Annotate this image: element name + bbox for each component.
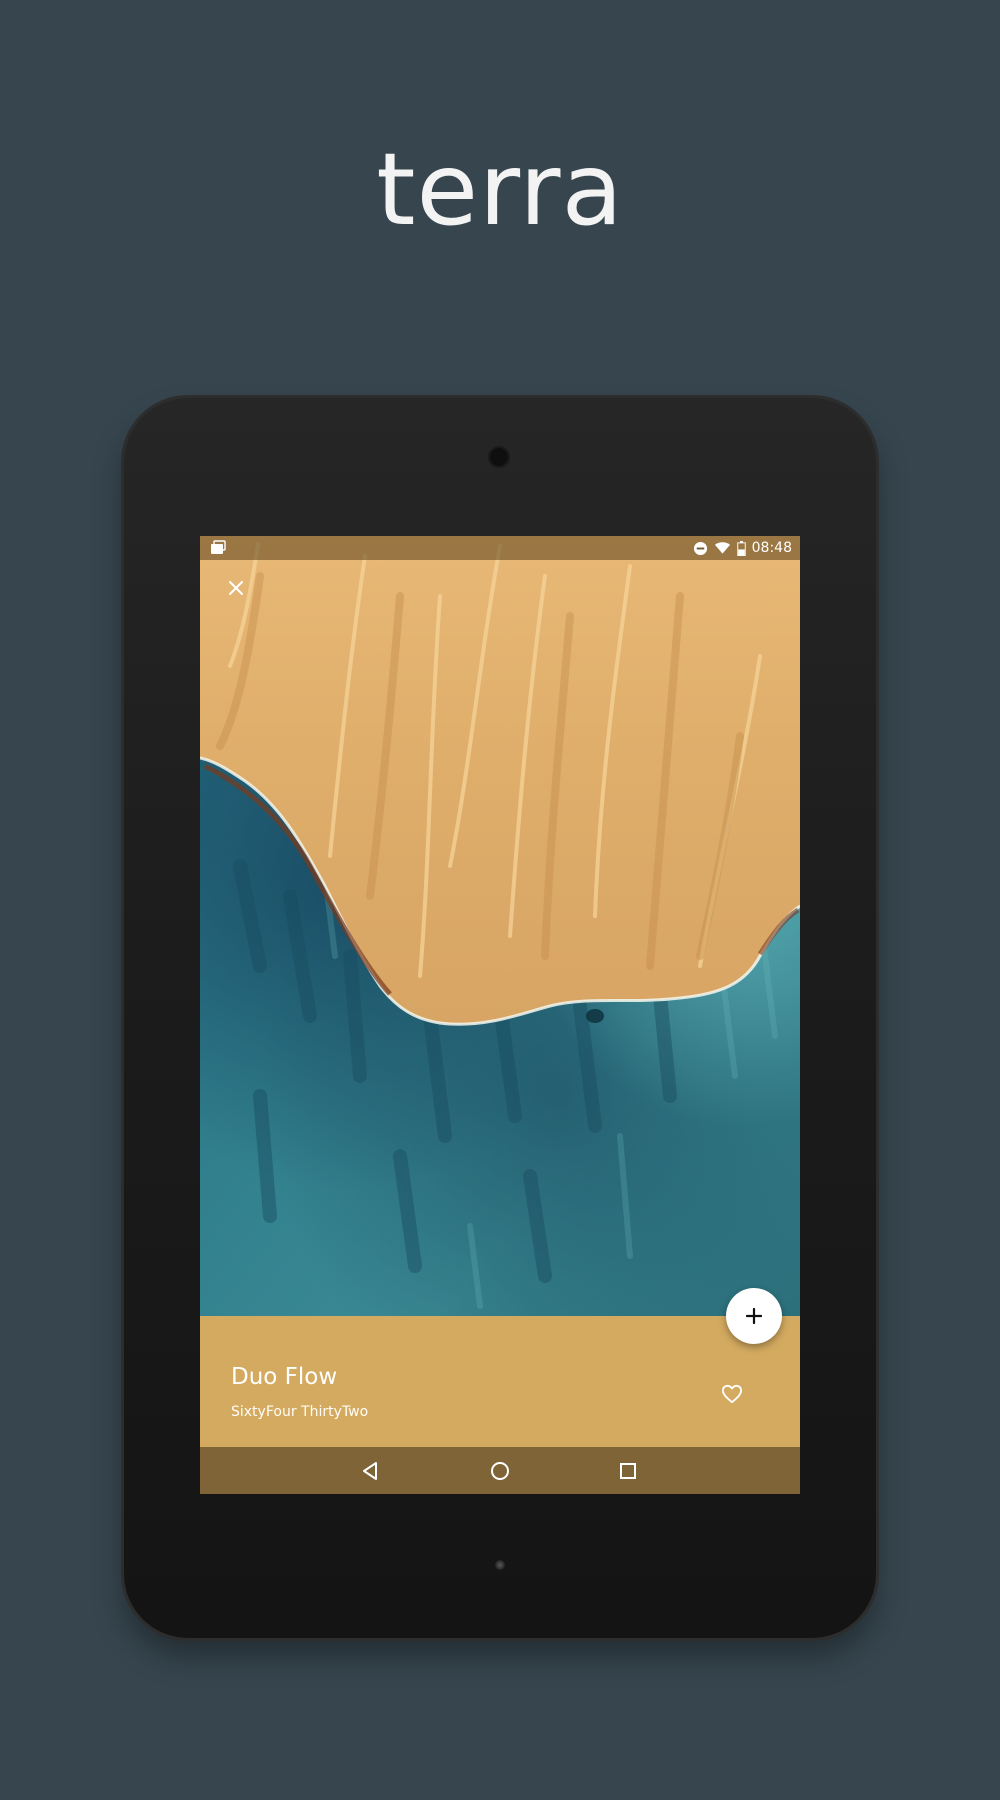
battery-icon xyxy=(736,540,746,556)
notification-icon xyxy=(211,540,226,554)
close-icon xyxy=(229,581,243,595)
plus-icon xyxy=(746,1308,762,1324)
close-button[interactable] xyxy=(222,574,250,602)
home-icon xyxy=(491,1461,509,1480)
promo-canvas: terra 08:48 Duo Flow SixtyFour ThirtyTwo xyxy=(0,0,1000,1800)
status-clock: 08:48 xyxy=(751,540,792,556)
back-icon xyxy=(363,1461,377,1480)
wifi-icon xyxy=(714,542,730,554)
tablet-device-frame: 08:48 Duo Flow SixtyFour ThirtyTwo xyxy=(124,398,876,1638)
wallpaper-author: SixtyFour ThirtyTwo xyxy=(231,1404,369,1420)
wallpaper-title: Duo Flow xyxy=(231,1364,338,1390)
navigation-bar xyxy=(200,1447,800,1494)
back-button[interactable] xyxy=(340,1447,400,1494)
favorite-button[interactable] xyxy=(718,1380,746,1408)
wallpaper-image xyxy=(200,536,800,1316)
home-button[interactable] xyxy=(470,1447,530,1494)
app-name-headline: terra xyxy=(376,131,624,248)
status-icons: 08:48 xyxy=(693,536,792,560)
status-bar: 08:48 xyxy=(200,536,800,560)
front-camera xyxy=(488,446,510,468)
recents-icon xyxy=(620,1462,636,1479)
wallpaper-info-panel: Duo Flow SixtyFour ThirtyTwo xyxy=(200,1316,800,1447)
do-not-disturb-icon xyxy=(693,541,707,555)
light-sensor xyxy=(495,1560,505,1570)
tablet-screen: 08:48 Duo Flow SixtyFour ThirtyTwo xyxy=(200,536,800,1494)
heart-icon xyxy=(722,1384,742,1404)
add-button[interactable] xyxy=(726,1288,782,1344)
recents-button[interactable] xyxy=(598,1447,658,1494)
